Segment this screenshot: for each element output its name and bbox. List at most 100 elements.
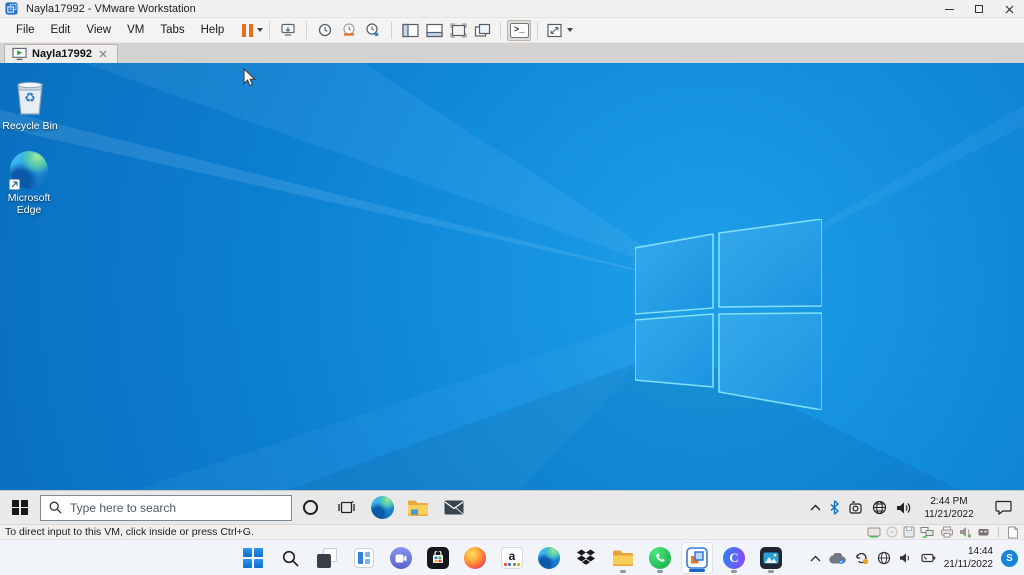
network-globe-icon[interactable] xyxy=(877,551,891,565)
window-title: Nayla17992 - VMware Workstation xyxy=(26,3,196,15)
chevron-down-icon[interactable] xyxy=(257,28,263,32)
toolbar-separator xyxy=(269,22,270,39)
host-clock[interactable]: 14:44 21/11/2022 xyxy=(944,545,993,571)
menu-vm[interactable]: VM xyxy=(119,21,152,39)
guest-search-box[interactable] xyxy=(40,495,292,521)
minimize-button[interactable] xyxy=(934,0,964,18)
floppy-icon[interactable] xyxy=(903,526,915,538)
menu-tabs[interactable]: Tabs xyxy=(152,21,192,39)
running-indicator xyxy=(731,570,737,573)
guest-clock[interactable]: 2:44 PM 11/21/2022 xyxy=(921,495,977,521)
tab-nayla17992[interactable]: Nayla17992 xyxy=(4,44,118,63)
windows-logo-wallpaper xyxy=(635,219,822,410)
desktop-icon-label: Recycle Bin xyxy=(2,120,57,132)
host-task-view-button[interactable] xyxy=(311,542,343,574)
shortcut-arrow-icon xyxy=(9,179,20,190)
mouse-cursor xyxy=(243,68,256,87)
amazon-button[interactable]: a xyxy=(496,542,528,574)
action-center-button[interactable] xyxy=(986,491,1020,525)
widgets-icon xyxy=(354,548,374,568)
task-view-icon xyxy=(317,548,337,568)
onedrive-icon[interactable] xyxy=(829,553,846,564)
host-file-explorer-button[interactable] xyxy=(607,542,639,574)
firefox-button[interactable] xyxy=(459,542,491,574)
volume-icon[interactable] xyxy=(899,552,913,564)
windows11-start-icon xyxy=(243,548,263,568)
mail-button[interactable] xyxy=(436,491,472,525)
vmware-app-icon xyxy=(5,2,18,15)
printer-icon[interactable] xyxy=(940,526,954,538)
microsoft-store-icon xyxy=(427,547,449,569)
host-edge-button[interactable] xyxy=(533,542,565,574)
mail-icon xyxy=(444,500,464,515)
sound-icon[interactable] xyxy=(959,526,972,538)
network-adapter-icon[interactable] xyxy=(920,526,935,538)
edge-icon xyxy=(371,496,394,519)
menu-help[interactable]: Help xyxy=(193,21,233,39)
show-library-button[interactable] xyxy=(398,20,422,41)
send-ctrl-alt-del-button[interactable] xyxy=(276,20,300,41)
volume-icon[interactable] xyxy=(896,501,912,515)
file-explorer-button[interactable] xyxy=(400,491,436,525)
edge-icon xyxy=(10,151,48,189)
task-view-button[interactable] xyxy=(328,491,364,525)
clipchamp-button[interactable]: C xyxy=(718,542,750,574)
unity-mode-button[interactable] xyxy=(470,20,494,41)
hidden-icons-chevron[interactable] xyxy=(810,504,821,511)
wallpaper-floor-shade xyxy=(0,63,1024,524)
manage-snapshots-button[interactable] xyxy=(361,20,385,41)
host-search-button[interactable] xyxy=(274,542,306,574)
close-button[interactable] xyxy=(994,0,1024,18)
battery-icon[interactable] xyxy=(921,552,936,564)
microsoft-store-button[interactable] xyxy=(422,542,454,574)
host-taskbar-center: a C xyxy=(237,540,787,575)
guest-date: 11/21/2022 xyxy=(921,508,977,521)
dropbox-button[interactable] xyxy=(570,542,602,574)
menu-view[interactable]: View xyxy=(78,21,119,39)
vmware-workstation-button[interactable] xyxy=(681,542,713,574)
desktop-icon-microsoft-edge[interactable]: Microsoft Edge xyxy=(0,151,59,216)
toolbar-separator xyxy=(306,22,307,39)
snapshot-clock-icon xyxy=(317,22,333,38)
skype-tray-badge[interactable]: S xyxy=(1001,550,1018,567)
widgets-button[interactable] xyxy=(348,542,380,574)
hardware-tray-icon[interactable] xyxy=(848,501,863,514)
menu-edit[interactable]: Edit xyxy=(43,21,79,39)
hidden-icons-chevron[interactable] xyxy=(810,555,821,562)
photos-icon xyxy=(760,547,782,569)
power-pause-button[interactable] xyxy=(242,24,263,37)
cortana-icon xyxy=(303,500,318,515)
guest-search-input[interactable] xyxy=(70,501,260,515)
desktop-icon-recycle-bin[interactable]: ♻ Recycle Bin xyxy=(0,77,60,132)
update-restart-icon[interactable] xyxy=(854,551,869,565)
usb-icon[interactable] xyxy=(977,526,990,538)
menu-file[interactable]: File xyxy=(8,21,43,39)
message-log-icon[interactable] xyxy=(1007,526,1019,539)
hard-disk-icon[interactable] xyxy=(867,526,881,538)
recycle-bin-icon: ♻ xyxy=(12,77,48,117)
photos-button[interactable] xyxy=(755,542,787,574)
teams-chat-button[interactable] xyxy=(385,542,417,574)
network-globe-icon[interactable] xyxy=(872,500,887,515)
guest-start-button[interactable] xyxy=(0,491,40,525)
toolbar-separator xyxy=(500,22,501,39)
cd-rom-icon[interactable] xyxy=(886,526,898,538)
console-view-button[interactable]: >_ xyxy=(507,20,531,41)
guest-system-tray: 2:44 PM 11/21/2022 xyxy=(810,491,1024,525)
chevron-down-icon[interactable] xyxy=(567,28,573,32)
bluetooth-icon[interactable] xyxy=(830,500,839,515)
maximize-button[interactable] xyxy=(964,0,994,18)
fit-guest-button[interactable] xyxy=(546,23,573,38)
revert-snapshot-button[interactable] xyxy=(337,20,361,41)
edge-taskbar-button[interactable] xyxy=(364,491,400,525)
full-screen-button[interactable] xyxy=(446,20,470,41)
search-icon xyxy=(49,501,62,514)
tab-close-icon[interactable] xyxy=(97,48,110,61)
guest-desktop[interactable]: ♻ Recycle Bin Microsoft Edge xyxy=(0,63,1024,524)
take-snapshot-button[interactable] xyxy=(313,20,337,41)
teams-chat-icon xyxy=(390,547,412,569)
host-start-button[interactable] xyxy=(237,542,269,574)
cortana-button[interactable] xyxy=(292,491,328,525)
show-thumbnail-bar-button[interactable] xyxy=(422,20,446,41)
whatsapp-button[interactable] xyxy=(644,542,676,574)
